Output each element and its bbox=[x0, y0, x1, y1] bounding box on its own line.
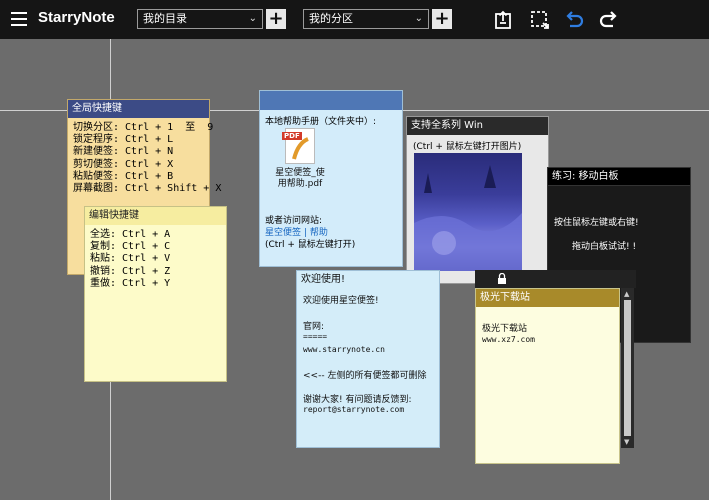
note-scrollbar[interactable]: ▲ ▼ bbox=[621, 288, 634, 448]
note-line: 全选: Ctrl + A bbox=[90, 229, 171, 240]
note-line: 重做: Ctrl + Y bbox=[90, 277, 171, 289]
note-welcome[interactable]: 欢迎使用! 欢迎使用星空便签! 官网: ===== www.starrynote… bbox=[296, 270, 440, 448]
report-email[interactable]: report@starrynote.com bbox=[303, 405, 404, 414]
note-line: www.xz7.com bbox=[482, 335, 535, 344]
note-line: 极光下载站 bbox=[482, 324, 528, 334]
help-line-1: 本地帮助手册（文件夹中）: bbox=[265, 117, 377, 127]
note-header-bar bbox=[260, 91, 402, 110]
note-title: 编辑快捷键 bbox=[85, 207, 226, 225]
help-line-3: (Ctrl + 鼠标左键打开) bbox=[265, 240, 356, 250]
note-line: 剪切便签: Ctrl + X bbox=[73, 158, 174, 170]
section-select-value: 我的分区 bbox=[309, 12, 353, 25]
note-title: 练习: 移动白板 bbox=[548, 168, 690, 186]
note-lock-bar[interactable] bbox=[475, 270, 636, 288]
export-icon[interactable] bbox=[493, 9, 515, 31]
note-line: <<-- 左侧的所有便签都可删除 bbox=[303, 371, 427, 381]
note-line: 谢谢大家! 有问题请反馈到: bbox=[303, 395, 412, 405]
lock-icon[interactable] bbox=[497, 273, 507, 284]
redo-icon[interactable] bbox=[598, 9, 620, 31]
note-aurora[interactable]: 极光下载站 极光下载站 www.xz7.com bbox=[475, 288, 620, 464]
note-title: 全局快捷键 bbox=[68, 100, 209, 118]
pdf-file-icon[interactable]: PDF 星空便签_使用帮助.pdf bbox=[273, 128, 327, 206]
note-line: ===== bbox=[303, 332, 328, 341]
note-edit-shortcuts[interactable]: 编辑快捷键 全选: Ctrl + A 复制: Ctrl + C 粘贴: Ctrl +… bbox=[84, 206, 227, 382]
scrollbar-thumb[interactable] bbox=[624, 300, 631, 436]
crop-select-icon[interactable] bbox=[529, 9, 551, 31]
section-select[interactable]: 我的分区 ⌄ bbox=[303, 9, 429, 29]
note-line: 切换分区: Ctrl + 1 至 9 bbox=[73, 122, 214, 133]
note-line: 官网: bbox=[303, 322, 325, 332]
note-line: 粘贴便签: Ctrl + B bbox=[73, 170, 174, 182]
note-line: 锁定程序: Ctrl + L bbox=[73, 134, 174, 146]
note-line: 按住鼠标左键或右键! bbox=[554, 218, 639, 228]
note-title: 支持全系列 Win bbox=[407, 117, 548, 135]
chevron-down-icon: ⌄ bbox=[248, 13, 257, 24]
note-body: 全选: Ctrl + A 复制: Ctrl + C 粘贴: Ctrl + V 撤销: … bbox=[85, 225, 226, 294]
scroll-down-icon[interactable]: ▼ bbox=[624, 438, 629, 446]
snow-landscape-image[interactable] bbox=[414, 153, 522, 271]
chevron-down-icon: ⌄ bbox=[414, 13, 423, 24]
add-directory-button[interactable]: + bbox=[266, 9, 286, 29]
website-link[interactable]: www.starrynote.cn bbox=[303, 345, 385, 354]
note-line: 复制: Ctrl + C bbox=[90, 241, 171, 253]
directory-select[interactable]: 我的目录 ⌄ bbox=[137, 9, 263, 29]
top-toolbar: StarryNote 我的目录 ⌄ + 我的分区 ⌄ + bbox=[0, 0, 709, 39]
note-line: 拖动白板试试! ! bbox=[572, 242, 637, 252]
note-line: 新建便签: Ctrl + N bbox=[73, 146, 174, 158]
note-title: 欢迎使用! bbox=[297, 271, 439, 289]
note-line: 撤销: Ctrl + Z bbox=[90, 265, 171, 277]
add-section-button[interactable]: + bbox=[432, 9, 452, 29]
scroll-up-icon[interactable]: ▲ bbox=[624, 290, 629, 298]
note-line: 粘贴: Ctrl + V bbox=[90, 253, 171, 265]
undo-icon[interactable] bbox=[563, 9, 585, 31]
directory-select-value: 我的目录 bbox=[143, 12, 187, 25]
app-brand: StarryNote bbox=[38, 9, 115, 26]
note-line: 屏幕截图: Ctrl + Shift + X bbox=[73, 183, 222, 195]
hamburger-icon[interactable] bbox=[11, 12, 27, 26]
note-title: 极光下载站 bbox=[476, 289, 619, 307]
note-win-image[interactable]: 支持全系列 Win (Ctrl + 鼠标左键打开图片) bbox=[406, 116, 549, 284]
note-line: 欢迎使用星空便签! bbox=[303, 296, 379, 306]
note-body: 切换分区: Ctrl + 1 至 9 锁定程序: Ctrl + L 新建便签: Ct… bbox=[68, 118, 222, 199]
pdf-file-name: 星空便签_使用帮助.pdf bbox=[275, 168, 325, 189]
whiteboard-canvas[interactable]: 全局快捷键 切换分区: Ctrl + 1 至 9 锁定程序: Ctrl + L 新建… bbox=[0, 39, 709, 500]
note-help[interactable]: 本地帮助手册（文件夹中）: PDF 星空便签_使用帮助.pdf 或者访问网站: … bbox=[259, 90, 403, 267]
